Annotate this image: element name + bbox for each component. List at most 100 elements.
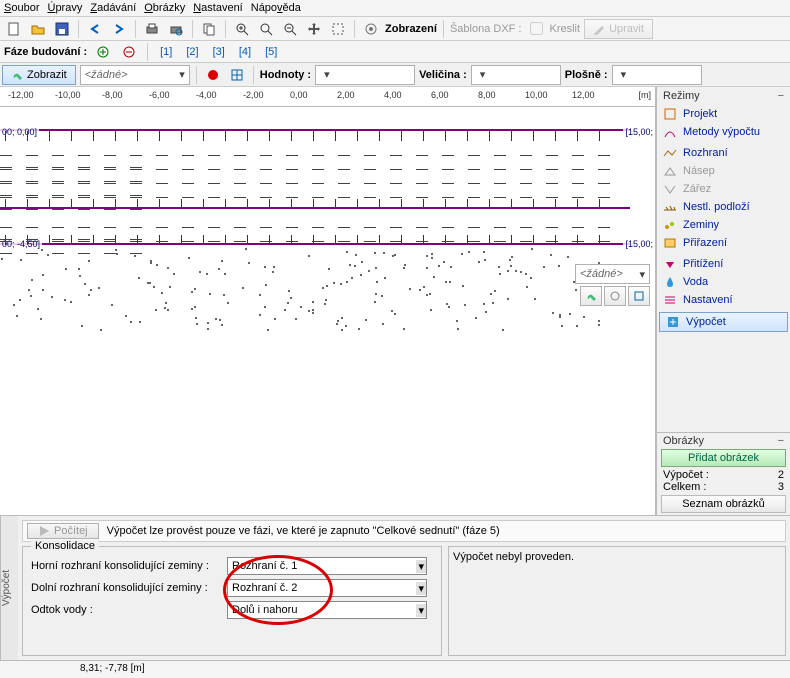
phase-add-icon[interactable] bbox=[93, 42, 113, 62]
mode-item-label: Přiřazení bbox=[683, 237, 727, 249]
menu-edit[interactable]: Úpravy bbox=[47, 2, 82, 14]
mini-wrench-icon[interactable] bbox=[580, 286, 602, 306]
phase-4[interactable]: [4] bbox=[235, 45, 255, 59]
bottom-tab-calc[interactable]: Výpočet bbox=[0, 516, 18, 660]
mini-display-combo[interactable]: <žádné> bbox=[575, 264, 650, 284]
surcharge-icon bbox=[663, 257, 677, 271]
mode-item-label: Rozhraní bbox=[683, 147, 728, 159]
cursor-coords: 8,31; -7,78 [m] bbox=[80, 663, 144, 674]
calc-icon bbox=[666, 315, 680, 329]
settings-icon bbox=[663, 293, 677, 307]
save-file-icon[interactable] bbox=[52, 19, 72, 39]
ruler-tick: -2,00 bbox=[243, 90, 264, 100]
grid-icon[interactable] bbox=[227, 65, 247, 85]
pan-icon[interactable] bbox=[304, 19, 324, 39]
mode-item-water[interactable]: Voda bbox=[657, 273, 790, 291]
phase-5[interactable]: [5] bbox=[261, 45, 281, 59]
stratum-upper bbox=[0, 129, 630, 209]
pictures-title: Obrázky− bbox=[661, 435, 786, 447]
menu-settings[interactable]: Nastavení bbox=[193, 2, 243, 14]
upper-interface-select[interactable]: Rozhraní č. 1 bbox=[227, 557, 427, 575]
ruler-unit: [m] bbox=[639, 90, 652, 100]
print-icon[interactable] bbox=[142, 19, 162, 39]
total-pictures-label: Celkem : bbox=[663, 481, 706, 493]
mode-item-label: Násep bbox=[683, 165, 715, 177]
ruler-tick: 4,00 bbox=[384, 90, 402, 100]
new-file-icon[interactable] bbox=[4, 19, 24, 39]
undo-icon[interactable] bbox=[85, 19, 105, 39]
zoom-window-icon[interactable] bbox=[256, 19, 276, 39]
wrench-icon bbox=[11, 69, 23, 81]
water-icon bbox=[663, 275, 677, 289]
mini-tools bbox=[580, 286, 650, 306]
mode-item-label: Výpočet bbox=[686, 316, 726, 328]
copy-icon[interactable] bbox=[199, 19, 219, 39]
display-button[interactable]: Zobrazit bbox=[2, 65, 76, 85]
status-bar: 8,31; -7,78 [m] bbox=[0, 660, 790, 678]
display-label[interactable]: Zobrazení bbox=[385, 23, 437, 35]
play-icon bbox=[38, 525, 50, 537]
main-area: // ruler generated inline below via stat… bbox=[0, 87, 790, 515]
cut-icon bbox=[663, 182, 677, 196]
magnitude-combo[interactable] bbox=[471, 65, 561, 85]
calc-pictures-value: 2 bbox=[778, 469, 784, 481]
surface-combo[interactable] bbox=[612, 65, 702, 85]
right-panel: Režimy− ProjektMetody výpočtuRozhraníNás… bbox=[656, 87, 790, 515]
redo-icon[interactable] bbox=[109, 19, 129, 39]
water-drain-select[interactable]: Dolů i nahoru bbox=[227, 601, 427, 619]
add-picture-button[interactable]: Přidat obrázek bbox=[661, 449, 786, 467]
fit-icon[interactable] bbox=[328, 19, 348, 39]
ruler-tick: 8,00 bbox=[478, 90, 496, 100]
display-combo[interactable]: <žádné> bbox=[80, 65, 190, 85]
graph-toolbar: Zobrazit <žádné> Hodnoty : Veličina : Pl… bbox=[0, 63, 790, 87]
values-label: Hodnoty : bbox=[260, 69, 311, 81]
mode-item-bedrock[interactable]: Nestl. podloží bbox=[657, 198, 790, 216]
magnitude-label: Veličina : bbox=[419, 69, 467, 81]
mode-item-assign[interactable]: Přiřazení bbox=[657, 234, 790, 252]
ruler-tick: 10,00 bbox=[525, 90, 548, 100]
menu-pictures[interactable]: Obrázky bbox=[144, 2, 185, 14]
lower-interface-select[interactable]: Rozhraní č. 2 bbox=[227, 579, 427, 597]
embank-icon bbox=[663, 164, 677, 178]
zoom-out-icon[interactable] bbox=[280, 19, 300, 39]
mode-item-label: Nestl. podloží bbox=[683, 201, 750, 213]
mini-grid-icon[interactable] bbox=[628, 286, 650, 306]
upper-interface-label: Horní rozhraní konsolidující zeminy : bbox=[31, 560, 221, 572]
consolidation-group: Konsolidace Horní rozhraní konsolidující… bbox=[22, 546, 442, 656]
picture-list-button[interactable]: Seznam obrázků bbox=[661, 495, 786, 513]
coord-top-left: 00; 0,00] bbox=[0, 127, 39, 137]
print-preview-icon[interactable] bbox=[166, 19, 186, 39]
open-file-icon[interactable] bbox=[28, 19, 48, 39]
stratum-lower bbox=[0, 245, 630, 331]
menu-help[interactable]: Nápověda bbox=[251, 2, 301, 14]
phase-remove-icon[interactable] bbox=[119, 42, 139, 62]
ruler-tick: 6,00 bbox=[431, 90, 449, 100]
record-icon[interactable] bbox=[203, 65, 223, 85]
main-toolbar: Zobrazení Šablona DXF : Kreslit Upravit bbox=[0, 17, 790, 41]
mini-circle-icon[interactable] bbox=[604, 286, 626, 306]
values-combo[interactable] bbox=[315, 65, 415, 85]
zoom-in-icon[interactable] bbox=[232, 19, 252, 39]
mode-item-embank: Násep bbox=[657, 162, 790, 180]
mode-item-surcharge[interactable]: Přitížení bbox=[657, 255, 790, 273]
consolidation-legend: Konsolidace bbox=[31, 540, 99, 552]
mode-item-methods[interactable]: Metody výpočtu bbox=[657, 123, 790, 141]
phase-2[interactable]: [2] bbox=[182, 45, 202, 59]
dxf-draw-label: Kreslit bbox=[550, 23, 581, 35]
phase-3[interactable]: [3] bbox=[209, 45, 229, 59]
bottom-panel: Výpočet Počítej Výpočet lze provést pouz… bbox=[0, 515, 790, 660]
ruler-tick: 12,00 bbox=[572, 90, 595, 100]
bedrock-icon bbox=[663, 200, 677, 214]
menu-file[interactable]: Soubor bbox=[4, 2, 39, 14]
menu-input[interactable]: Zadávání bbox=[90, 2, 136, 14]
mode-item-calc[interactable]: Výpočet bbox=[659, 312, 788, 332]
graph-canvas[interactable]: // ruler generated inline below via stat… bbox=[0, 87, 656, 515]
mode-item-settings[interactable]: Nastavení bbox=[657, 291, 790, 309]
mode-item-project[interactable]: Projekt bbox=[657, 105, 790, 123]
menu-bar: Soubor Úpravy Zadávání Obrázky Nastavení… bbox=[0, 0, 790, 17]
mode-item-interfaces[interactable]: Rozhraní bbox=[657, 144, 790, 162]
lower-interface-label: Dolní rozhraní konsolidující zeminy : bbox=[31, 582, 221, 594]
phase-1[interactable]: [1] bbox=[156, 45, 176, 59]
display-settings-icon[interactable] bbox=[361, 19, 381, 39]
mode-item-soils[interactable]: Zeminy bbox=[657, 216, 790, 234]
